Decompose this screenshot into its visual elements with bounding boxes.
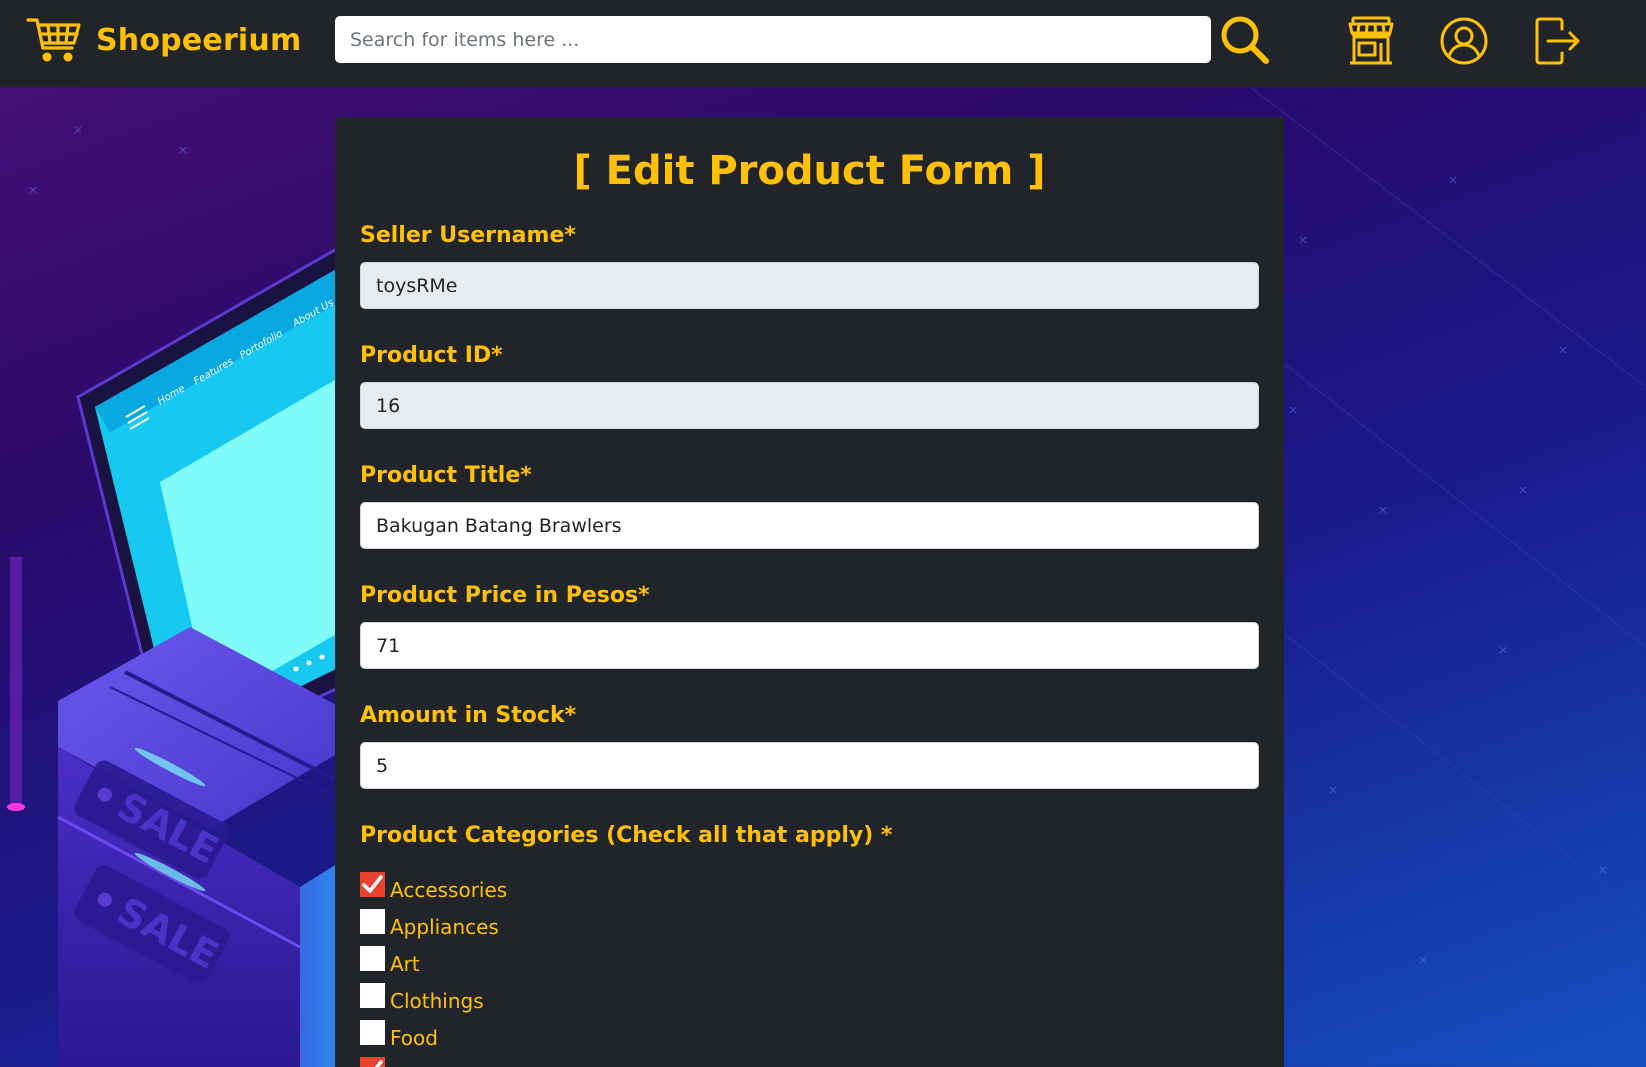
product-title-field[interactable]: [360, 502, 1259, 549]
category-checkbox[interactable]: [360, 946, 385, 971]
checkmark-icon: [374, 1060, 383, 1067]
product-title-group: Product Title*: [360, 463, 1259, 549]
category-art[interactable]: Art: [360, 943, 1259, 980]
product-price-group: Product Price in Pesos*: [360, 583, 1259, 669]
form-title: [ Edit Product Form ]: [573, 148, 1046, 194]
seller-username-group: Seller Username*: [360, 223, 1259, 309]
product-price-label: Product Price in Pesos*: [360, 583, 650, 608]
seller-username-field: [360, 262, 1259, 309]
category-partial[interactable]: [360, 1054, 1259, 1067]
category-checkbox[interactable]: [360, 1020, 385, 1045]
product-categories-label: Product Categories (Check all that apply…: [360, 823, 893, 848]
category-checkbox[interactable]: [360, 872, 385, 897]
product-price-field[interactable]: [360, 622, 1259, 669]
product-id-label: Product ID*: [360, 343, 503, 368]
brand[interactable]: Shopeerium: [26, 14, 301, 66]
search-icon[interactable]: [1219, 14, 1271, 66]
category-checkbox[interactable]: [360, 983, 385, 1008]
category-clothings[interactable]: Clothings: [360, 980, 1259, 1017]
brand-name: Shopeerium: [96, 22, 302, 58]
category-label: Appliances: [390, 914, 499, 939]
category-label: Food: [390, 1025, 438, 1050]
cart-icon: [26, 18, 81, 62]
edit-product-form: [ Edit Product Form ] Seller Username* P…: [335, 117, 1284, 1067]
product-id-field: [360, 382, 1259, 429]
category-food[interactable]: Food: [360, 1017, 1259, 1054]
category-checklist: Accessories Appliances Art Clothings Foo…: [360, 869, 1259, 1067]
search-input[interactable]: [335, 16, 1211, 63]
category-checkbox[interactable]: [360, 909, 385, 934]
product-title-label: Product Title*: [360, 463, 532, 488]
category-label: Accessories: [390, 877, 508, 902]
background-illustration: Home Features Portofolio About Us SALE S…: [7, 245, 340, 1067]
amount-in-stock-field[interactable]: [360, 742, 1259, 789]
category-label: Clothings: [390, 988, 484, 1013]
seller-username-label: Seller Username*: [360, 223, 576, 248]
amount-in-stock-group: Amount in Stock*: [360, 703, 1259, 789]
profile-icon[interactable]: [1438, 15, 1490, 67]
category-accessories[interactable]: Accessories: [360, 869, 1259, 906]
amount-in-stock-label: Amount in Stock*: [360, 703, 577, 728]
navbar: Shopeerium: [0, 0, 1646, 87]
product-id-group: Product ID*: [360, 343, 1259, 429]
store-icon[interactable]: [1345, 15, 1397, 67]
category-checkbox[interactable]: [360, 1057, 385, 1067]
checkmark-icon: [362, 875, 383, 893]
category-appliances[interactable]: Appliances: [360, 906, 1259, 943]
logout-icon[interactable]: [1532, 15, 1584, 67]
category-label: Art: [390, 951, 420, 976]
